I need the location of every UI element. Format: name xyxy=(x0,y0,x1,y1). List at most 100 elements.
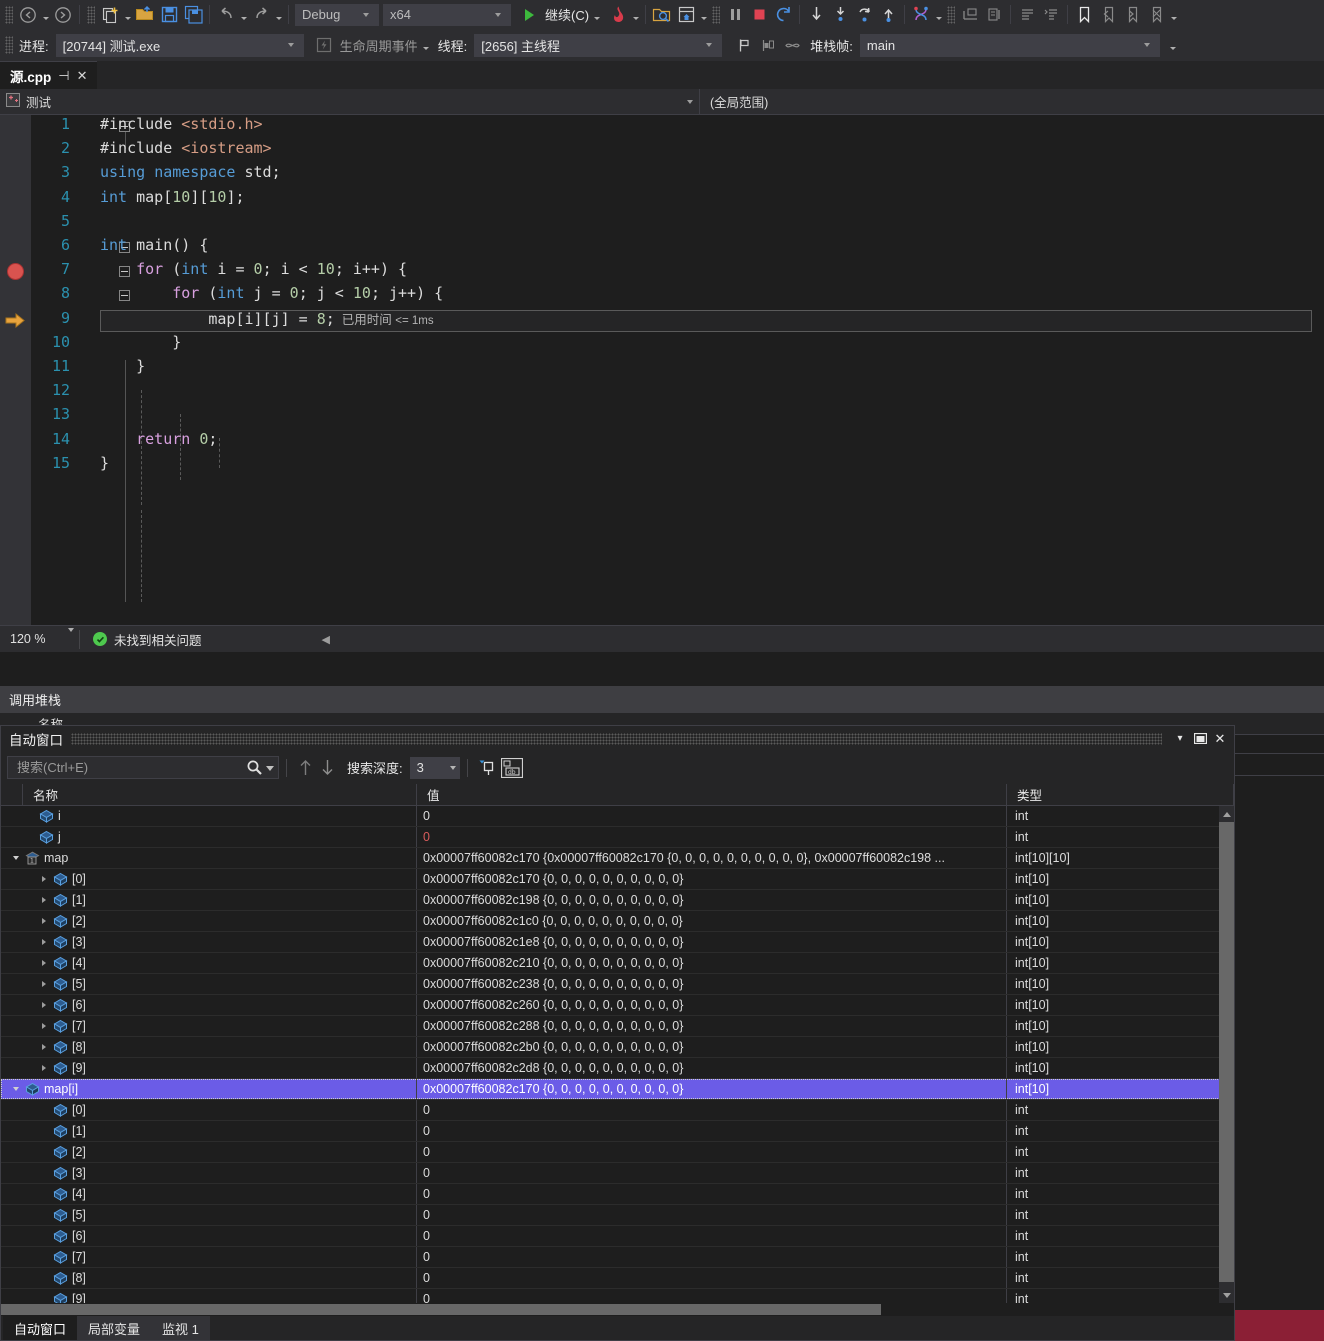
redo-icon[interactable] xyxy=(249,3,273,27)
variable-value-cell[interactable]: 0x00007ff60082c1e8 {0, 0, 0, 0, 0, 0, 0,… xyxy=(417,932,1007,952)
autos-horizontal-scrollbar[interactable] xyxy=(1,1303,1234,1316)
zoom-level-select[interactable]: 120 % xyxy=(5,628,79,650)
variable-value-cell[interactable]: 0 xyxy=(417,1184,1007,1204)
start-debugging-icon[interactable] xyxy=(517,3,541,27)
open-file-icon[interactable] xyxy=(133,3,157,27)
variable-row[interactable]: [7] 0x00007ff60082c288 {0, 0, 0, 0, 0, 0,… xyxy=(1,1016,1234,1037)
variable-name-cell[interactable]: [1] xyxy=(1,890,417,910)
variable-row[interactable]: [9] 0 int xyxy=(1,1289,1234,1303)
variable-name-cell[interactable]: [0] xyxy=(1,869,417,889)
autos-vertical-scrollbar[interactable] xyxy=(1219,806,1234,1303)
show-only-flagged-icon[interactable] xyxy=(756,33,780,57)
close-tab-icon[interactable]: ✕ xyxy=(77,68,88,84)
window-layout-icon[interactable] xyxy=(674,3,698,27)
variable-name-cell[interactable]: i xyxy=(1,806,417,826)
variable-row[interactable]: [5] 0x00007ff60082c238 {0, 0, 0, 0, 0, 0,… xyxy=(1,974,1234,995)
variable-row[interactable]: [8] 0 int xyxy=(1,1268,1234,1289)
thread-filter-icon[interactable] xyxy=(780,33,804,57)
process-select[interactable]: [20744] 测试.exe xyxy=(55,33,304,57)
search-icon[interactable] xyxy=(246,759,263,776)
expander-expand-icon[interactable] xyxy=(37,869,51,889)
code-line[interactable]: 11 } xyxy=(0,357,1324,381)
step-over-icon[interactable] xyxy=(828,3,852,27)
variable-value-cell[interactable]: 0 xyxy=(417,1268,1007,1288)
variable-row[interactable]: [3] 0x00007ff60082c1e8 {0, 0, 0, 0, 0, 0,… xyxy=(1,932,1234,953)
code-line[interactable]: 13 xyxy=(0,405,1324,429)
variable-row[interactable]: [8] 0x00007ff60082c2b0 {0, 0, 0, 0, 0, 0,… xyxy=(1,1037,1234,1058)
variable-row[interactable]: [2] 0x00007ff60082c1c0 {0, 0, 0, 0, 0, 0,… xyxy=(1,911,1234,932)
navigate-issues-icon[interactable]: ◀ xyxy=(322,633,330,646)
column-header-name[interactable]: 名称 xyxy=(23,784,417,805)
variable-value-cell[interactable]: 0x00007ff60082c260 {0, 0, 0, 0, 0, 0, 0,… xyxy=(417,995,1007,1015)
scroll-up-icon[interactable] xyxy=(1219,806,1234,822)
code-line[interactable]: 4 int map[10][10]; xyxy=(0,188,1324,212)
maximize-window-icon[interactable] xyxy=(1190,729,1210,749)
toolbar-grip[interactable] xyxy=(712,5,721,24)
variable-value-cell[interactable]: 0x00007ff60082c288 {0, 0, 0, 0, 0, 0, 0,… xyxy=(417,1016,1007,1036)
variable-row-selected[interactable]: map[i] 0x00007ff60082c170 {0, 0, 0, 0, 0,… xyxy=(1,1079,1234,1100)
toolbar-grip[interactable] xyxy=(947,5,956,24)
code-line[interactable]: 12 xyxy=(0,381,1324,405)
variable-value-cell[interactable]: 0x00007ff60082c170 {0x00007ff60082c170 {… xyxy=(417,848,1007,868)
expander-expand-icon[interactable] xyxy=(37,953,51,973)
search-depth-select[interactable]: 3 xyxy=(409,756,460,779)
variable-name-cell[interactable]: [0] xyxy=(1,1100,417,1120)
undo-dropdown-icon[interactable] xyxy=(238,3,249,27)
step-up-icon[interactable] xyxy=(876,3,900,27)
toolbar-grip[interactable] xyxy=(87,5,95,24)
variable-row[interactable]: [4] 0x00007ff60082c210 {0, 0, 0, 0, 0, 0,… xyxy=(1,953,1234,974)
navbar-project-select[interactable]: 测试 xyxy=(0,89,700,114)
variable-value-cell[interactable]: 0x00007ff60082c170 {0, 0, 0, 0, 0, 0, 0,… xyxy=(417,1079,1007,1099)
variable-row[interactable]: [9] 0x00007ff60082c2d8 {0, 0, 0, 0, 0, 0,… xyxy=(1,1058,1234,1079)
code-line[interactable]: 9 map[i][j] = 8; 已用时间 <= 1ms xyxy=(0,309,1324,333)
step-into-icon[interactable] xyxy=(804,3,828,27)
navigate-forward-icon[interactable] xyxy=(51,3,75,27)
variable-value-cell[interactable]: 0 xyxy=(417,1247,1007,1267)
redo-dropdown-icon[interactable] xyxy=(273,3,284,27)
new-item-icon[interactable] xyxy=(98,3,122,27)
search-options-dropdown-icon[interactable] xyxy=(266,760,274,775)
pin-icon[interactable] xyxy=(475,757,499,779)
variable-value-cell[interactable]: 0 xyxy=(417,1226,1007,1246)
code-line[interactable]: 15} xyxy=(0,454,1324,478)
break-all-icon[interactable] xyxy=(723,3,747,27)
code-line[interactable]: 6 int main() { xyxy=(0,236,1324,260)
tool-window-tab[interactable]: 监视 1 xyxy=(151,1316,210,1340)
variable-name-cell[interactable]: [5] xyxy=(1,1205,417,1225)
toolbar-grip[interactable] xyxy=(5,5,13,24)
expander-collapse-icon[interactable] xyxy=(9,1079,23,1099)
variable-value-cell[interactable]: 0 xyxy=(417,806,1007,826)
new-item-dropdown-icon[interactable] xyxy=(122,3,133,27)
breakpoint-icon[interactable] xyxy=(7,263,24,281)
step-out-icon[interactable] xyxy=(852,3,876,27)
variable-value-cell[interactable]: 0x00007ff60082c210 {0, 0, 0, 0, 0, 0, 0,… xyxy=(417,953,1007,973)
variable-row[interactable]: [4] 0 int xyxy=(1,1184,1234,1205)
expander-expand-icon[interactable] xyxy=(37,890,51,910)
variable-name-cell[interactable]: [9] xyxy=(1,1058,417,1078)
close-window-icon[interactable]: ✕ xyxy=(1210,729,1230,749)
expander-expand-icon[interactable] xyxy=(37,1058,51,1078)
variable-name-cell[interactable]: [2] xyxy=(1,911,417,931)
expander-collapse-icon[interactable] xyxy=(9,848,23,868)
variable-row[interactable]: [1] 0x00007ff60082c198 {0, 0, 0, 0, 0, 0,… xyxy=(1,890,1234,911)
lifecycle-events-dropdown-icon[interactable] xyxy=(421,33,432,57)
attach-to-process-icon[interactable] xyxy=(650,3,674,27)
code-line[interactable]: 2 #include <iostream> xyxy=(0,139,1324,163)
variable-row[interactable]: [6] 0 int xyxy=(1,1226,1234,1247)
previous-bookmark-icon[interactable] xyxy=(1096,3,1120,27)
search-next-icon[interactable] xyxy=(316,757,338,779)
code-editor-surface[interactable]: 1 #include <stdio.h> 2 #include <iostream> 3… xyxy=(0,115,1324,625)
variable-row[interactable]: [5] 0 int xyxy=(1,1205,1234,1226)
navigate-backward-dropdown-icon[interactable] xyxy=(40,3,51,27)
variable-value-cell[interactable]: 0x00007ff60082c2b0 {0, 0, 0, 0, 0, 0, 0,… xyxy=(417,1037,1007,1057)
code-line[interactable]: 3 using namespace std; xyxy=(0,163,1324,187)
expander-expand-icon[interactable] xyxy=(37,974,51,994)
variable-row[interactable]: j 0 int xyxy=(1,827,1234,848)
thread-select[interactable]: [2656] 主线程 xyxy=(474,33,723,57)
variable-name-cell[interactable]: [3] xyxy=(1,1163,417,1183)
solution-platform-select[interactable]: x64 xyxy=(383,3,511,26)
debug-toolbar-overflow-icon[interactable] xyxy=(1168,33,1179,57)
column-header-type[interactable]: 类型 xyxy=(1007,784,1234,805)
code-line[interactable]: 8 for (int j = 0; j < 10; j++) { xyxy=(0,284,1324,308)
continue-dropdown-icon[interactable] xyxy=(591,3,602,27)
